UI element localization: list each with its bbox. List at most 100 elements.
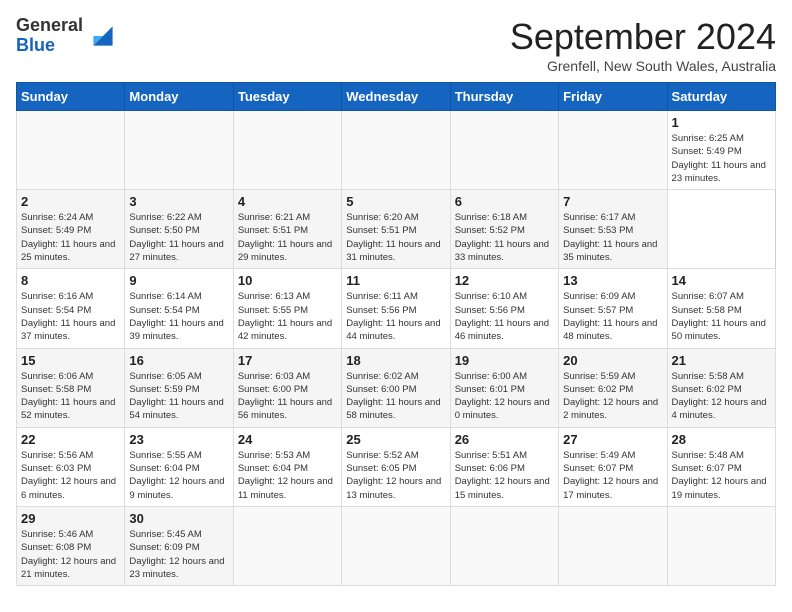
calendar-cell [559, 111, 667, 190]
calendar-cell: 23Sunrise: 5:55 AMSunset: 6:04 PMDayligh… [125, 427, 233, 506]
day-header-friday: Friday [559, 83, 667, 111]
calendar-cell: 14Sunrise: 6:07 AMSunset: 5:58 PMDayligh… [667, 269, 775, 348]
calendar-cell: 5 Sunrise: 6:20 AMSunset: 5:51 PMDaylight… [342, 190, 450, 269]
day-number: 14 [672, 273, 771, 288]
calendar-week-row: 1 Sunrise: 6:25 AMSunset: 5:49 PMDaylight… [17, 111, 776, 190]
calendar-cell [342, 506, 450, 585]
day-number: 21 [672, 353, 771, 368]
day-header-tuesday: Tuesday [233, 83, 341, 111]
calendar-cell: 7 Sunrise: 6:17 AMSunset: 5:53 PMDaylight… [559, 190, 667, 269]
calendar-week-row: 29 Sunrise: 5:46 AMSunset: 6:08 PMDayligh… [17, 506, 776, 585]
day-number: 5 [346, 194, 445, 209]
day-info: Sunrise: 6:09 AMSunset: 5:57 PMDaylight:… [563, 290, 662, 343]
day-number: 8 [21, 273, 120, 288]
day-number: 7 [563, 194, 662, 209]
day-info: Sunrise: 5:48 AMSunset: 6:07 PMDaylight:… [672, 449, 771, 502]
calendar-cell: 25Sunrise: 5:52 AMSunset: 6:05 PMDayligh… [342, 427, 450, 506]
calendar-cell: 16 Sunrise: 6:05 AMSunset: 5:59 PMDayligh… [125, 348, 233, 427]
day-info: Sunrise: 5:45 AMSunset: 6:09 PMDaylight:… [129, 528, 228, 581]
day-info: Sunrise: 6:02 AMSunset: 6:00 PMDaylight:… [346, 370, 445, 423]
day-number: 3 [129, 194, 228, 209]
calendar-cell [342, 111, 450, 190]
day-info: Sunrise: 5:56 AMSunset: 6:03 PMDaylight:… [21, 449, 120, 502]
day-number: 20 [563, 353, 662, 368]
day-number: 25 [346, 432, 445, 447]
calendar-cell [233, 506, 341, 585]
day-info: Sunrise: 5:49 AMSunset: 6:07 PMDaylight:… [563, 449, 662, 502]
calendar-cell: 11 Sunrise: 6:11 AMSunset: 5:56 PMDayligh… [342, 269, 450, 348]
day-number: 19 [455, 353, 554, 368]
day-number: 16 [129, 353, 228, 368]
location-subtitle: Grenfell, New South Wales, Australia [510, 58, 776, 74]
calendar-cell: 15Sunrise: 6:06 AMSunset: 5:58 PMDayligh… [17, 348, 125, 427]
day-header-saturday: Saturday [667, 83, 775, 111]
day-number: 17 [238, 353, 337, 368]
day-header-sunday: Sunday [17, 83, 125, 111]
day-info: Sunrise: 6:18 AMSunset: 5:52 PMDaylight:… [455, 211, 554, 264]
calendar-cell [450, 506, 558, 585]
calendar-cell: 10Sunrise: 6:13 AMSunset: 5:55 PMDayligh… [233, 269, 341, 348]
day-number: 4 [238, 194, 337, 209]
calendar-cell: 8 Sunrise: 6:16 AMSunset: 5:54 PMDaylight… [17, 269, 125, 348]
logo-icon [87, 20, 119, 52]
day-info: Sunrise: 6:03 AMSunset: 6:00 PMDaylight:… [238, 370, 337, 423]
day-number: 11 [346, 273, 445, 288]
calendar-cell: 13 Sunrise: 6:09 AMSunset: 5:57 PMDayligh… [559, 269, 667, 348]
logo-line2: Blue [16, 36, 83, 56]
day-number: 18 [346, 353, 445, 368]
day-number: 9 [129, 273, 228, 288]
calendar-cell: 27Sunrise: 5:49 AMSunset: 6:07 PMDayligh… [559, 427, 667, 506]
calendar-cell: 6Sunrise: 6:18 AMSunset: 5:52 PMDaylight… [450, 190, 558, 269]
day-info: Sunrise: 6:11 AMSunset: 5:56 PMDaylight:… [346, 290, 445, 343]
day-number: 15 [21, 353, 120, 368]
calendar-cell: 2 Sunrise: 6:24 AMSunset: 5:49 PMDaylight… [17, 190, 125, 269]
day-number: 22 [21, 432, 120, 447]
day-header-wednesday: Wednesday [342, 83, 450, 111]
calendar-cell [559, 506, 667, 585]
calendar-cell: 9 Sunrise: 6:14 AMSunset: 5:54 PMDaylight… [125, 269, 233, 348]
calendar-header-row: SundayMondayTuesdayWednesdayThursdayFrid… [17, 83, 776, 111]
logo-line1: General [16, 16, 83, 36]
logo-text: General Blue [16, 16, 83, 56]
calendar-cell: 4 Sunrise: 6:21 AMSunset: 5:51 PMDaylight… [233, 190, 341, 269]
calendar-cell: 22 Sunrise: 5:56 AMSunset: 6:03 PMDayligh… [17, 427, 125, 506]
day-info: Sunrise: 6:16 AMSunset: 5:54 PMDaylight:… [21, 290, 120, 343]
calendar-week-row: 2 Sunrise: 6:24 AMSunset: 5:49 PMDaylight… [17, 190, 776, 269]
calendar-cell: 18 Sunrise: 6:02 AMSunset: 6:00 PMDayligh… [342, 348, 450, 427]
calendar-cell: 24Sunrise: 5:53 AMSunset: 6:04 PMDayligh… [233, 427, 341, 506]
day-info: Sunrise: 6:21 AMSunset: 5:51 PMDaylight:… [238, 211, 337, 264]
day-info: Sunrise: 6:14 AMSunset: 5:54 PMDaylight:… [129, 290, 228, 343]
day-number: 28 [672, 432, 771, 447]
calendar-week-row: 15Sunrise: 6:06 AMSunset: 5:58 PMDayligh… [17, 348, 776, 427]
day-header-thursday: Thursday [450, 83, 558, 111]
calendar-cell: 26Sunrise: 5:51 AMSunset: 6:06 PMDayligh… [450, 427, 558, 506]
day-number: 1 [672, 115, 771, 130]
calendar-cell [450, 111, 558, 190]
day-info: Sunrise: 5:46 AMSunset: 6:08 PMDaylight:… [21, 528, 120, 581]
day-info: Sunrise: 5:59 AMSunset: 6:02 PMDaylight:… [563, 370, 662, 423]
day-number: 12 [455, 273, 554, 288]
calendar-cell [17, 111, 125, 190]
day-info: Sunrise: 6:25 AMSunset: 5:49 PMDaylight:… [672, 132, 771, 185]
calendar-cell [125, 111, 233, 190]
day-info: Sunrise: 6:10 AMSunset: 5:56 PMDaylight:… [455, 290, 554, 343]
calendar-cell: 20 Sunrise: 5:59 AMSunset: 6:02 PMDayligh… [559, 348, 667, 427]
day-info: Sunrise: 6:24 AMSunset: 5:49 PMDaylight:… [21, 211, 120, 264]
day-info: Sunrise: 6:20 AMSunset: 5:51 PMDaylight:… [346, 211, 445, 264]
day-info: Sunrise: 6:05 AMSunset: 5:59 PMDaylight:… [129, 370, 228, 423]
day-info: Sunrise: 5:58 AMSunset: 6:02 PMDaylight:… [672, 370, 771, 423]
calendar-week-row: 8 Sunrise: 6:16 AMSunset: 5:54 PMDaylight… [17, 269, 776, 348]
day-info: Sunrise: 5:55 AMSunset: 6:04 PMDaylight:… [129, 449, 228, 502]
day-number: 10 [238, 273, 337, 288]
page-header: General Blue September 2024 Grenfell, Ne… [16, 16, 776, 74]
day-info: Sunrise: 6:17 AMSunset: 5:53 PMDaylight:… [563, 211, 662, 264]
calendar-cell [667, 506, 775, 585]
day-info: Sunrise: 6:00 AMSunset: 6:01 PMDaylight:… [455, 370, 554, 423]
calendar-cell [233, 111, 341, 190]
day-number: 29 [21, 511, 120, 526]
calendar-cell: 12 Sunrise: 6:10 AMSunset: 5:56 PMDayligh… [450, 269, 558, 348]
month-year-title: September 2024 [510, 16, 776, 58]
day-number: 30 [129, 511, 228, 526]
day-number: 2 [21, 194, 120, 209]
day-number: 13 [563, 273, 662, 288]
